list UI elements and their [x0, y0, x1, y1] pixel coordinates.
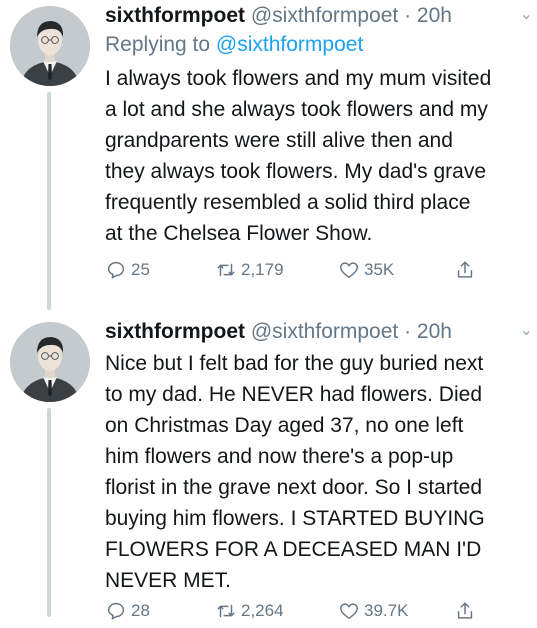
retweet-button[interactable]: 2,264 — [215, 600, 284, 622]
replying-to-label: Replying to — [105, 33, 216, 56]
replying-to-handle[interactable]: @sixthformpoet — [216, 33, 363, 56]
tweet-text-line: to my dad. He NEVER had flowers. Died — [105, 383, 482, 406]
timestamp[interactable]: · 20h — [404, 320, 452, 343]
like-count: 39.7K — [364, 601, 409, 620]
handle[interactable]: @sixthformpoet — [251, 4, 398, 27]
tweet-text-line: I always took flowers and my mum visited — [105, 67, 492, 90]
like-count: 35K — [364, 260, 395, 279]
avatar[interactable] — [10, 322, 90, 402]
tweet-text-line: FLOWERS FOR A DECEASED MAN I'D — [105, 538, 482, 561]
replying-to: Replying to @sixthformpoet — [105, 30, 537, 60]
reply-icon — [107, 602, 125, 620]
display-name[interactable]: sixthformpoet — [105, 320, 245, 343]
avatar-image — [10, 322, 90, 402]
tweet-actions: 28 2,264 39.7K — [105, 600, 537, 628]
thread-line — [47, 92, 51, 310]
share-button[interactable] — [454, 600, 476, 622]
chevron-down-icon[interactable]: ⌄ — [520, 320, 533, 340]
thread-line — [47, 408, 51, 617]
retweet-icon — [217, 263, 235, 277]
tweet-header: sixthformpoet @sixthformpoet · 20h — [105, 318, 537, 346]
tweet-text-line: they always took flowers. My dad's grave — [105, 160, 487, 183]
tweet-text-line: at the Chelsea Flower Show. — [105, 222, 373, 245]
reply-count: 28 — [131, 601, 150, 620]
tweet-text-line: grandparents were still alive then and — [105, 129, 453, 152]
tweet-text-line: him flowers and now there's a pop-up — [105, 445, 454, 468]
display-name[interactable]: sixthformpoet — [105, 4, 245, 27]
reply-icon — [107, 261, 125, 279]
reply-button[interactable]: 28 — [105, 600, 150, 622]
retweet-icon — [217, 604, 235, 618]
like-button[interactable]: 35K — [338, 259, 394, 281]
timestamp[interactable]: · 20h — [404, 4, 452, 27]
retweet-count: 2,264 — [241, 601, 284, 620]
tweet-text-line: a lot and she always took flowers and my — [105, 98, 488, 121]
tweet-text-line: on Christmas Day aged 37, no one left — [105, 414, 464, 437]
heart-icon — [340, 603, 358, 620]
tweet-text-line: NEVER MET. — [105, 569, 232, 592]
like-button[interactable]: 39.7K — [338, 600, 408, 622]
chevron-down-icon[interactable]: ⌄ — [520, 4, 533, 24]
reply-count: 25 — [131, 260, 150, 279]
retweet-count: 2,179 — [241, 260, 284, 279]
heart-icon — [340, 262, 358, 279]
tweet-text-line: frequently resembled a solid third place — [105, 191, 471, 214]
reply-button[interactable]: 25 — [105, 259, 150, 281]
share-icon — [457, 261, 473, 278]
avatar[interactable] — [10, 6, 90, 86]
tweet-text-line: buying him flowers. I STARTED BUYING — [105, 507, 485, 530]
share-button[interactable] — [454, 259, 476, 281]
retweet-button[interactable]: 2,179 — [215, 259, 284, 281]
handle[interactable]: @sixthformpoet — [251, 320, 398, 343]
tweet-text-line: Nice but I felt bad for the guy buried n… — [105, 352, 484, 375]
tweet-text: I always took flowers and my mum visited… — [105, 63, 537, 249]
tweet-text: Nice but I felt bad for the guy buried n… — [105, 348, 537, 596]
tweet-header: sixthformpoet @sixthformpoet · 20h — [105, 2, 537, 30]
avatar-image — [10, 6, 90, 86]
tweet-text-line: florist in the grave next door. So I sta… — [105, 476, 483, 499]
share-icon — [457, 602, 473, 619]
tweet-actions: 25 2,179 35K — [105, 259, 537, 287]
